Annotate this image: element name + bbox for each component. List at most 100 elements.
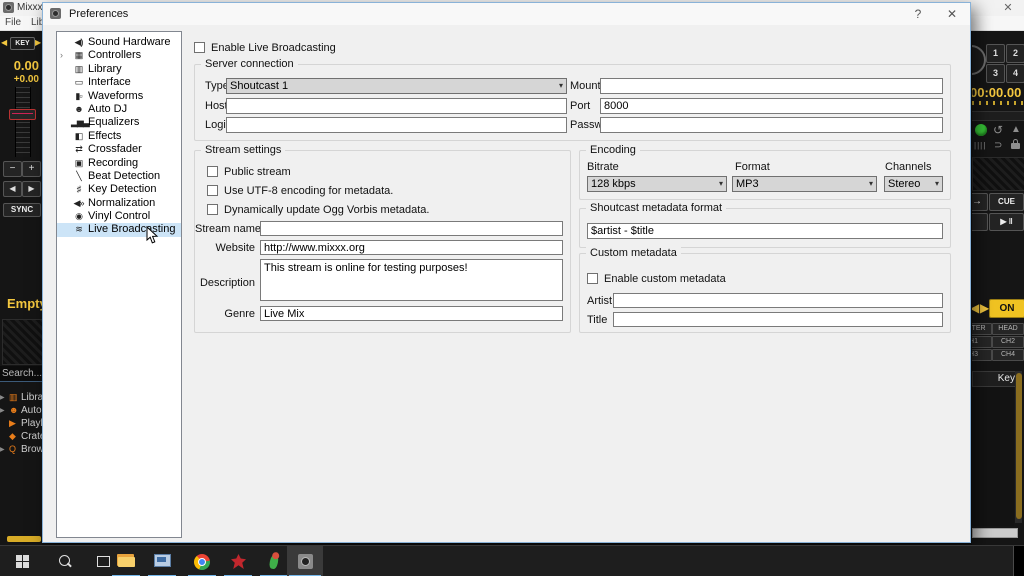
sidebar-item-normalization[interactable]: ◀»Normalization [57,197,181,210]
windows-logo-icon [23,555,29,561]
cue-button[interactable]: CUE [989,193,1024,211]
utf8-checkbox[interactable] [207,185,218,196]
show-desktop-button[interactable] [1013,546,1024,576]
sidebar-item-recording[interactable]: ▣Recording [57,157,181,170]
pitch-plus-button[interactable]: + [22,161,41,177]
library-horizontal-scrollbar[interactable] [972,528,1018,538]
play-pause-button[interactable]: ▶ ‖ [989,213,1024,231]
sidebar-item-vinyl-control[interactable]: ◉Vinyl Control [57,210,181,223]
sidebar-item-key-detection[interactable]: ♯Key Detection [57,183,181,196]
sidebar-item-sound-hardware[interactable]: ◀)Sound Hardware [57,36,181,49]
enable-custom-metadata-checkbox[interactable] [587,273,598,284]
mixxx-close-icon[interactable]: ✕ [1001,1,1015,15]
nudge-right-button[interactable]: ▶ [22,181,41,197]
hotcue-4-button[interactable]: 4 [1006,64,1024,83]
key-right-arrow-icon[interactable]: ▶ [35,38,41,47]
expander-icon[interactable]: ▶ [0,444,9,456]
sidebar-item-waveforms[interactable]: ▮▫Waveforms [57,90,181,103]
assign-master-button[interactable]: MASTER [972,323,992,335]
sidebar-item-effects[interactable]: ◧Effects [57,130,181,143]
sidebar-item-beat-detection[interactable]: ╲Beat Detection [57,170,181,183]
assign-head-button[interactable]: HEAD [992,323,1024,335]
hotcue-2-button[interactable]: 2 [1006,44,1024,63]
artist-input[interactable] [613,293,943,308]
computer-app-button[interactable] [144,546,180,576]
start-button[interactable] [0,546,46,576]
login-input[interactable] [226,117,567,133]
metadata-format-input[interactable]: $artist - $title [587,223,943,239]
stream-name-input[interactable] [260,221,563,236]
sidebar-item-controllers[interactable]: ›▦Controllers [57,49,181,62]
key-button[interactable]: KEY [10,37,35,50]
public-stream-checkbox[interactable] [207,166,218,177]
gain-knob[interactable] [972,45,986,75]
website-input[interactable]: http://www.mixxx.org [260,240,563,255]
eject-icon[interactable]: ▲ [1011,125,1021,135]
repeat-icon[interactable]: ↺ [993,125,1003,135]
enable-live-broadcasting-checkbox[interactable] [194,42,205,53]
library-vertical-scrollbar[interactable] [1015,371,1022,523]
sync-button[interactable]: SYNC [3,203,41,217]
host-input[interactable] [226,98,567,114]
bitrate-combobox[interactable]: 128 kbps▾ [587,176,727,192]
crossfader-handle[interactable] [7,536,41,542]
dialog-titlebar[interactable]: Preferences ? ✕ [43,3,970,25]
search-button[interactable] [46,546,84,576]
type-combobox[interactable]: Shoutcast 1▾ [226,78,567,94]
sidebar-item-live-broadcasting[interactable]: ≋Live Broadcasting [57,223,181,236]
title-input[interactable] [613,312,943,327]
tree-item-autodj[interactable]: ▶☻Auto DJ [0,404,42,417]
description-input[interactable]: This stream is online for testing purpos… [260,259,563,301]
chrome-button[interactable] [184,546,220,576]
sidebar-item-equalizers[interactable]: ▂▅▃Equalizers [57,116,181,129]
dialog-close-button[interactable]: ✕ [939,3,965,25]
mixxx-taskbar-button[interactable] [287,546,323,576]
fx-left-arrow-icon[interactable]: ◀ [972,301,979,315]
expander-icon[interactable]: › [60,49,69,62]
sidebar-item-auto-dj[interactable]: ☻Auto DJ [57,103,181,116]
pitch-minus-button[interactable]: − [3,161,22,177]
slip-icon[interactable]: ⊃ [994,141,1002,151]
keylock-icon[interactable] [1011,143,1020,149]
assign-ch2-button[interactable]: CH2 [992,336,1024,348]
assign-ch4-button[interactable]: CH4 [992,349,1024,361]
assign-ch3-button[interactable]: CH3 [972,349,992,361]
partial-button[interactable] [972,213,988,231]
genre-input[interactable]: Live Mix [260,306,563,321]
red-app-button[interactable] [220,546,256,576]
hotcue-3-button[interactable]: 3 [986,64,1005,83]
expander-icon[interactable]: ▶ [0,405,9,417]
tree-item-library[interactable]: ▶▥Library [0,391,42,404]
assign-ch1-button[interactable]: CH1 [972,336,992,348]
password-input[interactable] [600,117,943,133]
sidebar-item-library[interactable]: ▥Library [57,63,181,76]
expander-icon[interactable]: ▶ [0,392,9,404]
channels-combobox[interactable]: Stereo▾ [884,176,943,192]
key-detection-icon: ♯ [71,183,86,196]
file-explorer-button[interactable] [108,546,144,576]
tree-item-crates[interactable]: ◆Crates [0,430,42,443]
tree-item-playlists[interactable]: ▶Playlists [0,417,42,430]
dialog-help-button[interactable]: ? [905,3,931,25]
scrollbar-thumb[interactable] [1016,373,1022,519]
mount-input[interactable] [600,78,943,94]
port-input[interactable]: 8000 [600,98,943,114]
fx-on-button[interactable]: ON [989,299,1024,318]
beatgrid-icon[interactable]: |||| [974,141,986,151]
key-left-arrow-icon[interactable]: ◀ [1,38,7,47]
format-combobox[interactable]: MP3▾ [732,176,877,192]
fx-right-arrow-icon[interactable]: ▶ [980,301,989,315]
sidebar-item-interface[interactable]: ▭Interface [57,76,181,89]
seek-button[interactable]: → [972,193,988,211]
waveform-overview[interactable] [2,319,42,365]
pitch-slider-handle[interactable] [9,109,36,120]
key-column-header[interactable]: Key [972,371,1018,387]
pitch-slider[interactable] [15,87,31,157]
hotcue-1-button[interactable]: 1 [986,44,1005,63]
library-search-input[interactable]: Search... [0,366,42,382]
sidebar-item-crossfader[interactable]: ⇄Crossfader [57,143,181,156]
menu-file[interactable]: File [5,17,21,28]
tree-item-browse[interactable]: ▶QBrowse [0,443,42,456]
nudge-left-button[interactable]: ◀ [3,181,22,197]
ogg-update-checkbox[interactable] [207,204,218,215]
